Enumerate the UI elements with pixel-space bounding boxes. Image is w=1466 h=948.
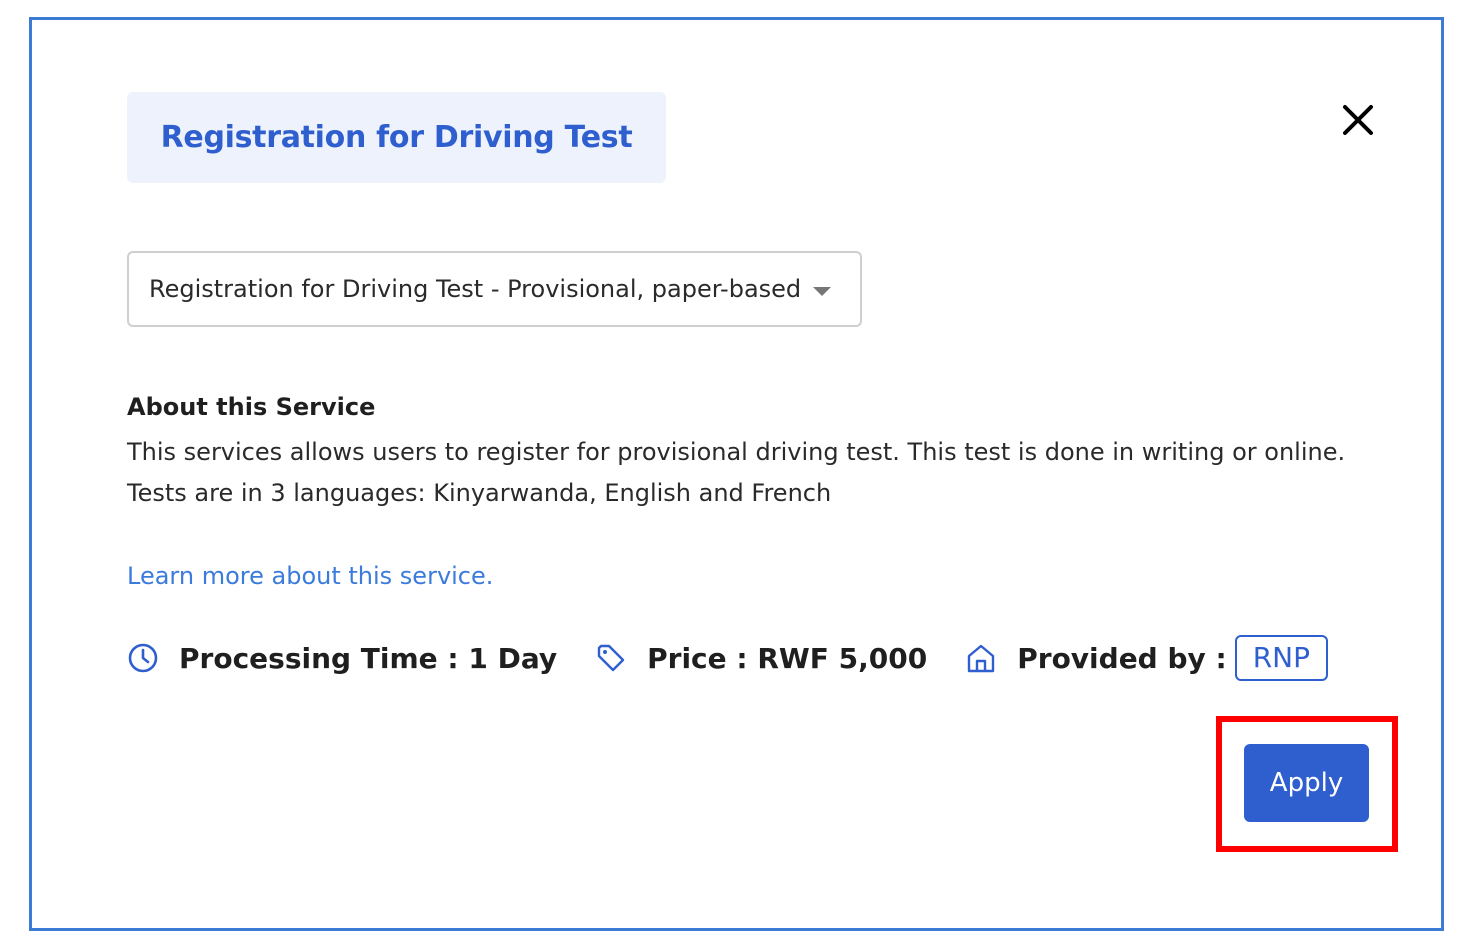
chevron-down-icon (813, 286, 832, 296)
learn-more-link[interactable]: Learn more about this service. (127, 562, 493, 590)
home-icon (965, 642, 997, 674)
provided-by: Provided by : RNP (965, 635, 1329, 681)
modal-title: Registration for Driving Test (160, 120, 633, 155)
close-icon (1343, 105, 1373, 135)
service-modal: Registration for Driving Test Registrati… (29, 17, 1444, 931)
about-line-1: This services allows users to register f… (127, 438, 1346, 466)
service-meta: Processing Time : 1 Day Price : RWF 5,00… (127, 634, 1329, 682)
provided-by-label: Provided by : (1017, 641, 1227, 675)
service-select[interactable]: Registration for Driving Test - Provisio… (127, 251, 862, 327)
processing-time-text: Processing Time : 1 Day (179, 641, 558, 675)
apply-button[interactable]: Apply (1244, 744, 1369, 822)
price-text: Price : RWF 5,000 (647, 641, 928, 675)
tag-icon (595, 642, 627, 674)
about-line-2: Tests are in 3 languages: Kinyarwanda, E… (127, 479, 832, 507)
price: Price : RWF 5,000 (595, 642, 927, 675)
close-button[interactable] (1338, 100, 1378, 140)
service-select-value: Registration for Driving Test - Provisio… (149, 275, 802, 303)
processing-time: Processing Time : 1 Day (127, 642, 557, 675)
clock-icon (127, 642, 159, 674)
modal-title-chip: Registration for Driving Test (127, 92, 666, 183)
provider-badge: RNP (1234, 635, 1329, 681)
about-description: This services allows users to register f… (127, 432, 1387, 514)
about-heading: About this Service (127, 393, 376, 421)
